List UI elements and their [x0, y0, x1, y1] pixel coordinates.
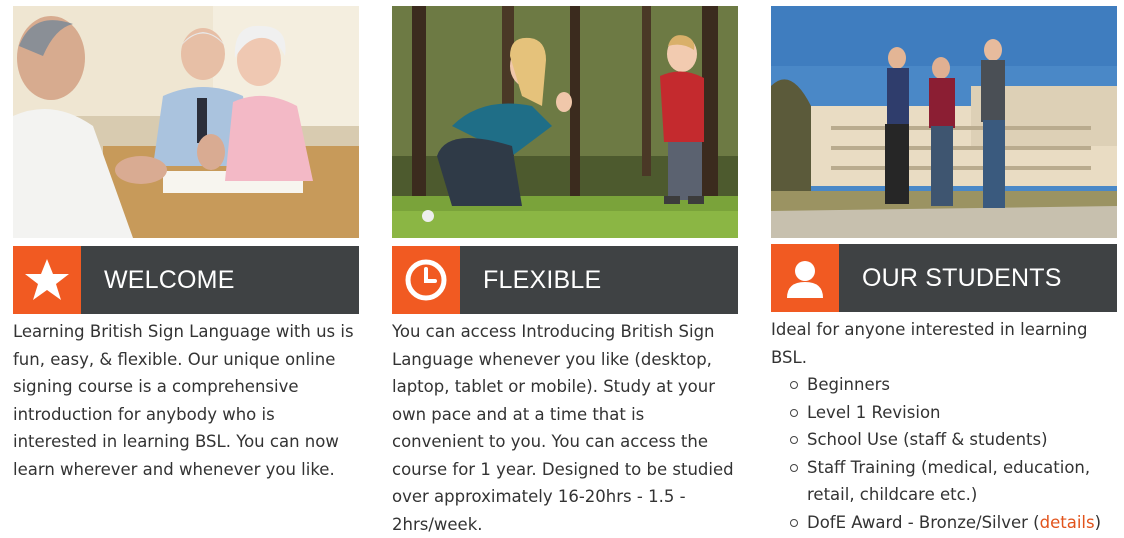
- star-icon: [13, 246, 81, 314]
- details-link[interactable]: details: [1040, 513, 1095, 532]
- clock-icon: [392, 246, 460, 314]
- dofe-label-suffix: ): [1094, 512, 1102, 532]
- students-column: OUR STUDENTS Ideal for anyone interested…: [771, 6, 1117, 536]
- welcome-photo: [13, 6, 359, 238]
- students-photo: [771, 6, 1117, 238]
- flexible-title: FLEXIBLE: [483, 266, 602, 294]
- students-banner: OUR STUDENTS: [771, 244, 1117, 312]
- flexible-photo: [392, 6, 738, 238]
- welcome-banner: WELCOME: [13, 246, 359, 314]
- students-list: Beginners Level 1 Revision School Use (s…: [771, 371, 1117, 536]
- welcome-column: WELCOME Learning British Sign Language w…: [13, 6, 359, 483]
- person-icon: [771, 244, 839, 312]
- welcome-title: WELCOME: [104, 266, 235, 294]
- flexible-banner: FLEXIBLE: [392, 246, 738, 314]
- welcome-text: Learning British Sign Language with us i…: [13, 322, 354, 479]
- dofe-label-prefix: DofE Award - Bronze/Silver (: [807, 512, 1040, 532]
- students-text: Ideal for anyone interested in learning …: [771, 316, 1117, 536]
- flexible-column: FLEXIBLE You can access Introducing Brit…: [392, 6, 738, 538]
- list-item: School Use (staff & students): [787, 426, 1117, 454]
- students-intro: Ideal for anyone interested in learning …: [771, 320, 1088, 367]
- list-item: Level 1 Revision: [787, 399, 1117, 427]
- list-item: Staff Training (medical, education, reta…: [787, 454, 1117, 509]
- list-item: Beginners: [787, 371, 1117, 399]
- flexible-text: You can access Introducing British Sign …: [392, 322, 734, 534]
- students-title: OUR STUDENTS: [862, 264, 1062, 292]
- list-item-dofe: DofE Award - Bronze/Silver (details): [787, 509, 1117, 537]
